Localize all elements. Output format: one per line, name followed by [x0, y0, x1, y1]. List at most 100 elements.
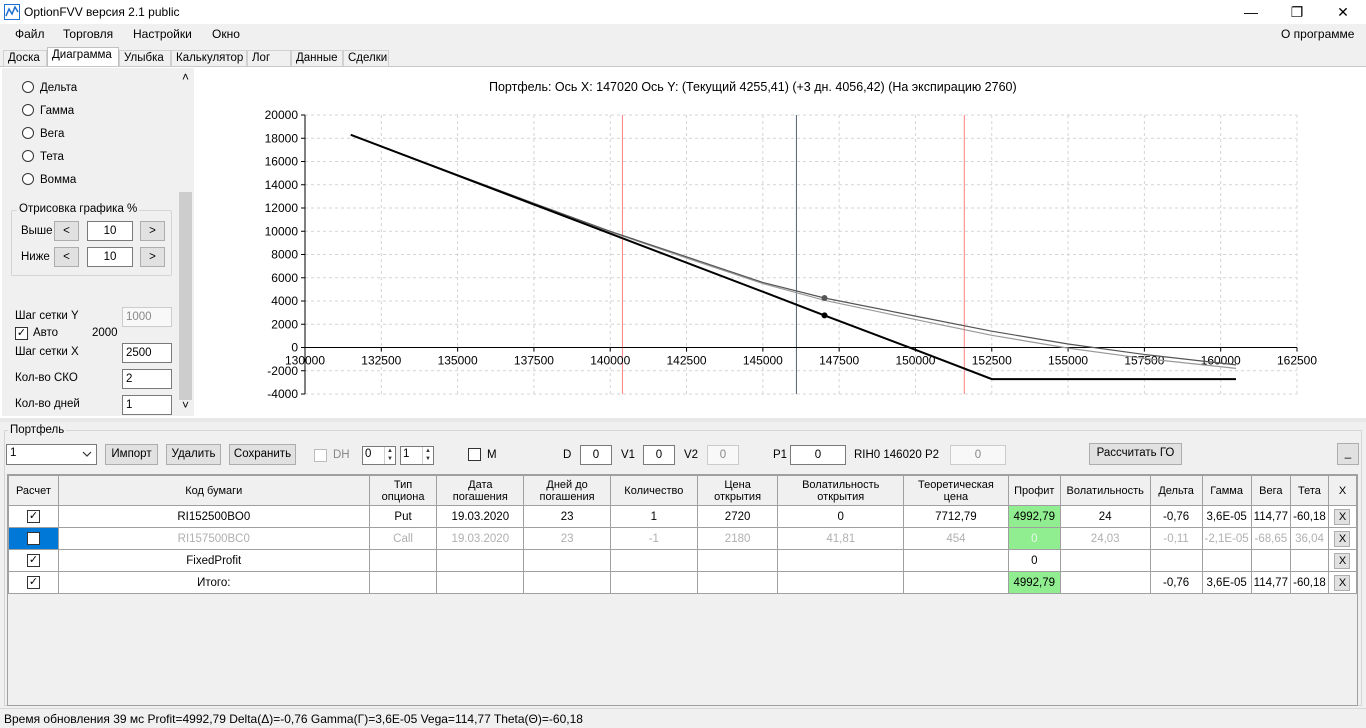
tab-smile[interactable]: Улыбка: [119, 50, 171, 67]
dh-checkbox[interactable]: [314, 449, 327, 462]
header-open-vol[interactable]: Волатильность открытия: [777, 475, 905, 506]
grid-y-field[interactable]: 1000: [122, 307, 172, 327]
dh-spin-2[interactable]: 1 ▲ ▼: [400, 446, 434, 465]
calc-cell[interactable]: ✓: [8, 505, 59, 528]
delta-cell[interactable]: -0,11: [1149, 527, 1203, 550]
remove-cell[interactable]: X: [1327, 505, 1357, 528]
open-vol-cell[interactable]: [777, 549, 905, 572]
remove-cell[interactable]: X: [1327, 549, 1357, 572]
header-delta[interactable]: Дельта: [1149, 475, 1203, 506]
calc-cell[interactable]: [8, 527, 59, 550]
vol-cell[interactable]: 24: [1059, 505, 1151, 528]
theo-price-cell[interactable]: [903, 571, 1009, 594]
days-cell[interactable]: [523, 571, 611, 594]
theta-cell[interactable]: 36,04: [1289, 527, 1329, 550]
p2-field[interactable]: 0: [950, 445, 1006, 465]
header-vega[interactable]: Вега: [1250, 475, 1291, 506]
open-price-cell[interactable]: [696, 571, 779, 594]
dh-spin-1[interactable]: 0 ▲ ▼: [362, 446, 396, 465]
profit-cell[interactable]: 4992,79: [1007, 505, 1061, 528]
remove-cell[interactable]: X: [1327, 527, 1357, 550]
close-button[interactable]: ✕: [1320, 0, 1366, 24]
above-increase-button[interactable]: >: [140, 221, 165, 241]
minimize-button[interactable]: —: [1228, 0, 1274, 24]
type-cell[interactable]: [368, 571, 438, 594]
type-cell[interactable]: [368, 549, 438, 572]
maximize-button[interactable]: ❐: [1274, 0, 1320, 24]
theo-price-cell[interactable]: [903, 549, 1009, 572]
below-value-field[interactable]: 10: [87, 247, 133, 267]
date-cell[interactable]: 19.03.2020: [436, 505, 525, 528]
header-vol[interactable]: Волатильность: [1059, 475, 1151, 506]
panel-splitter[interactable]: [0, 418, 1366, 422]
radio-vomma[interactable]: Вомма: [22, 173, 76, 191]
date-cell[interactable]: 19.03.2020: [436, 527, 525, 550]
m-checkbox[interactable]: [468, 448, 481, 461]
gamma-cell[interactable]: [1201, 549, 1252, 572]
type-cell[interactable]: Call: [368, 527, 438, 550]
save-button[interactable]: Сохранить: [229, 444, 296, 465]
remove-cell[interactable]: X: [1327, 571, 1357, 594]
qty-cell[interactable]: -1: [609, 527, 698, 550]
auto-checkbox[interactable]: ✓: [15, 327, 28, 340]
header-date[interactable]: Дата погашения: [436, 475, 525, 506]
profit-cell[interactable]: 0: [1007, 549, 1061, 572]
portfolio-select[interactable]: 1: [6, 444, 97, 465]
delta-cell[interactable]: -0,76: [1149, 571, 1203, 594]
vega-cell[interactable]: [1250, 549, 1291, 572]
delta-cell[interactable]: [1149, 549, 1203, 572]
remove-row-button[interactable]: X: [1334, 508, 1351, 525]
qty-cell[interactable]: [609, 571, 698, 594]
calc-checkbox[interactable]: ✓: [26, 554, 40, 567]
below-increase-button[interactable]: >: [140, 247, 165, 267]
header-calc[interactable]: Расчет: [8, 475, 59, 506]
delta-cell[interactable]: -0,76: [1149, 505, 1203, 528]
remove-row-button[interactable]: X: [1334, 574, 1351, 591]
v1-field[interactable]: 0: [643, 445, 675, 465]
qty-cell[interactable]: [609, 549, 698, 572]
code-cell[interactable]: FixedProfit: [57, 549, 370, 572]
date-cell[interactable]: [436, 549, 525, 572]
vol-cell[interactable]: 24,03: [1059, 527, 1151, 550]
tab-data[interactable]: Данные: [291, 50, 343, 67]
theo-price-cell[interactable]: 7712,79: [903, 505, 1009, 528]
gamma-cell[interactable]: -2,1E-05: [1201, 527, 1252, 550]
header-remove[interactable]: X: [1327, 475, 1357, 506]
open-vol-cell[interactable]: [777, 571, 905, 594]
gamma-cell[interactable]: 3,6E-05: [1201, 505, 1252, 528]
calc-cell[interactable]: ✓: [8, 549, 59, 572]
radio-theta[interactable]: Тета: [22, 150, 64, 168]
days-cell[interactable]: 23: [523, 527, 611, 550]
menu-file[interactable]: Файл: [15, 27, 45, 41]
grid-x-field[interactable]: 2500: [122, 343, 172, 363]
header-profit[interactable]: Профит: [1007, 475, 1061, 506]
vol-cell[interactable]: [1059, 571, 1151, 594]
scrollbar-thumb[interactable]: [179, 192, 192, 400]
menu-window[interactable]: Окно: [212, 27, 240, 41]
open-vol-cell[interactable]: 41,81: [777, 527, 905, 550]
date-cell[interactable]: [436, 571, 525, 594]
open-price-cell[interactable]: 2180: [696, 527, 779, 550]
collapse-button[interactable]: _: [1337, 443, 1359, 465]
qty-cell[interactable]: 1: [609, 505, 698, 528]
header-open-price[interactable]: Цена открытия: [696, 475, 779, 506]
menu-about[interactable]: О программе: [1281, 27, 1354, 41]
profit-cell[interactable]: 0: [1007, 527, 1061, 550]
vega-cell[interactable]: -68,65: [1250, 527, 1291, 550]
open-vol-cell[interactable]: 0: [777, 505, 905, 528]
theta-cell[interactable]: [1289, 549, 1329, 572]
gamma-cell[interactable]: 3,6E-05: [1201, 571, 1252, 594]
tab-log[interactable]: Лог: [247, 50, 291, 67]
calc-checkbox[interactable]: ✓: [26, 510, 40, 523]
v2-field[interactable]: 0: [707, 445, 739, 465]
days-field[interactable]: 1: [122, 395, 172, 415]
theo-price-cell[interactable]: 454: [903, 527, 1009, 550]
theta-cell[interactable]: -60,18: [1289, 505, 1329, 528]
table-row-total[interactable]: ✓ Итого: 4992,79 -0,76 3,6E-05 114,77 -6…: [8, 571, 1357, 594]
open-price-cell[interactable]: 2720: [696, 505, 779, 528]
vega-cell[interactable]: 114,77: [1250, 505, 1291, 528]
days-cell[interactable]: 23: [523, 505, 611, 528]
above-decrease-button[interactable]: <: [54, 221, 79, 241]
remove-row-button[interactable]: X: [1334, 530, 1351, 547]
vol-cell[interactable]: [1059, 549, 1151, 572]
